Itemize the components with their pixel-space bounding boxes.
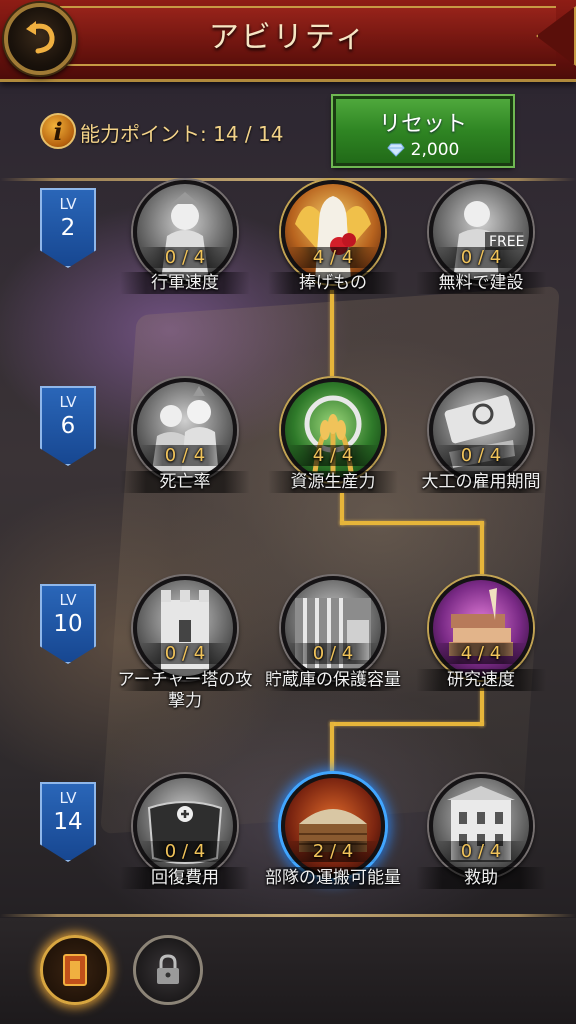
lock-icon (157, 954, 179, 984)
skill-count: 0 / 4 (288, 643, 378, 664)
back-arrow-icon (26, 21, 55, 54)
skill-label: 回復費用 (151, 868, 219, 888)
reset-cost-value: 2,000 (410, 140, 460, 160)
connector-line (340, 521, 484, 525)
skill-label: 貯蔵庫の保護容量 (265, 670, 401, 690)
skill-label: 部隊の運搬可能量 (265, 868, 401, 888)
medkit-icon (133, 774, 237, 878)
soldier-icon (133, 180, 237, 284)
reset-button[interactable]: リセット 2,000 (331, 94, 515, 168)
skill-count: 0 / 4 (140, 247, 230, 268)
connector-line (330, 722, 334, 772)
wagon-icon (281, 774, 385, 878)
back-button[interactable] (4, 3, 76, 75)
skill-label: 無料で建設 (438, 273, 524, 293)
saw-icon (429, 378, 533, 482)
skill-count: 4 / 4 (288, 445, 378, 466)
builder-free-icon: FREE (429, 180, 533, 284)
skill-count: 0 / 4 (140, 643, 230, 664)
wheat-icon (281, 378, 385, 482)
level-badge-prefix: LV (59, 789, 77, 807)
skill-label: 救助 (464, 868, 498, 888)
tab-abilities[interactable] (40, 935, 110, 1005)
books-icon (429, 576, 533, 680)
skill-label: 行軍速度 (151, 273, 219, 293)
page-title: アビリティ (208, 20, 368, 55)
level-badge-prefix: LV (59, 393, 77, 411)
skill-label: アーチャー塔の攻撃力 (117, 670, 253, 711)
skill-count: 4 / 4 (436, 643, 526, 664)
skill-count: 2 / 4 (288, 841, 378, 862)
skill-count: 0 / 4 (140, 841, 230, 862)
header-bar: アビリティ (0, 0, 576, 82)
ability-points: 能力ポイント: 14 / 14 (80, 122, 284, 146)
skill-count: 4 / 4 (288, 247, 378, 268)
skill-count: 0 / 4 (436, 841, 526, 862)
angel-offering-icon (281, 180, 385, 284)
connector-line (480, 688, 484, 726)
vault-icon (281, 576, 385, 680)
reset-label: リセット (378, 112, 467, 137)
skill-label: 資源生産力 (290, 472, 376, 492)
skill-label: 大工の雇用期間 (421, 472, 541, 492)
tab-locked[interactable] (133, 935, 203, 1005)
skill-label: 死亡率 (159, 472, 211, 492)
book-icon (63, 954, 87, 986)
building-icon (429, 774, 533, 878)
connector-line (330, 290, 334, 380)
level-badge-number: 10 (53, 611, 83, 637)
skill-label: 研究速度 (447, 670, 515, 690)
divider-bottom (0, 914, 576, 917)
tower-icon (133, 576, 237, 680)
level-badge-number: 14 (53, 809, 83, 835)
level-badge-prefix: LV (59, 195, 77, 213)
connector-line (330, 722, 484, 726)
reset-cost: 2,000 (336, 140, 510, 160)
skill-count: 0 / 4 (436, 247, 526, 268)
level-badge-number: 6 (60, 413, 76, 439)
skill-label: 捧げもの (299, 273, 367, 293)
level-badge-prefix: LV (59, 591, 77, 609)
skill-count: 0 / 4 (436, 445, 526, 466)
warriors-icon (133, 378, 237, 482)
level-badge-number: 2 (60, 215, 76, 241)
info-icon[interactable]: i (40, 113, 76, 149)
connector-line (480, 521, 484, 581)
diamond-icon (386, 143, 405, 157)
skill-count: 0 / 4 (140, 445, 230, 466)
